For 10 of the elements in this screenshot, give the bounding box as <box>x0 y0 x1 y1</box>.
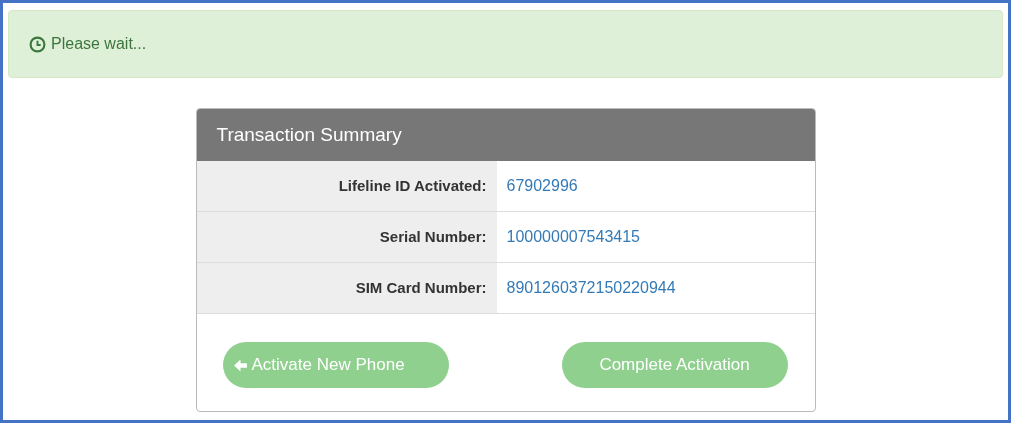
field-value: 67902996 <box>506 177 578 194</box>
field-label: SIM Card Number: <box>196 263 497 313</box>
field-label: Lifeline ID Activated: <box>196 161 497 211</box>
card-header: Transaction Summary <box>196 109 815 161</box>
arrow-left-icon <box>232 357 248 373</box>
field-label: Serial Number: <box>196 212 497 262</box>
field-value: 8901260372150220944 <box>506 279 676 296</box>
status-message: Please wait... <box>51 35 147 53</box>
field-value: 100000007543415 <box>506 228 640 245</box>
clock-icon <box>29 35 46 53</box>
